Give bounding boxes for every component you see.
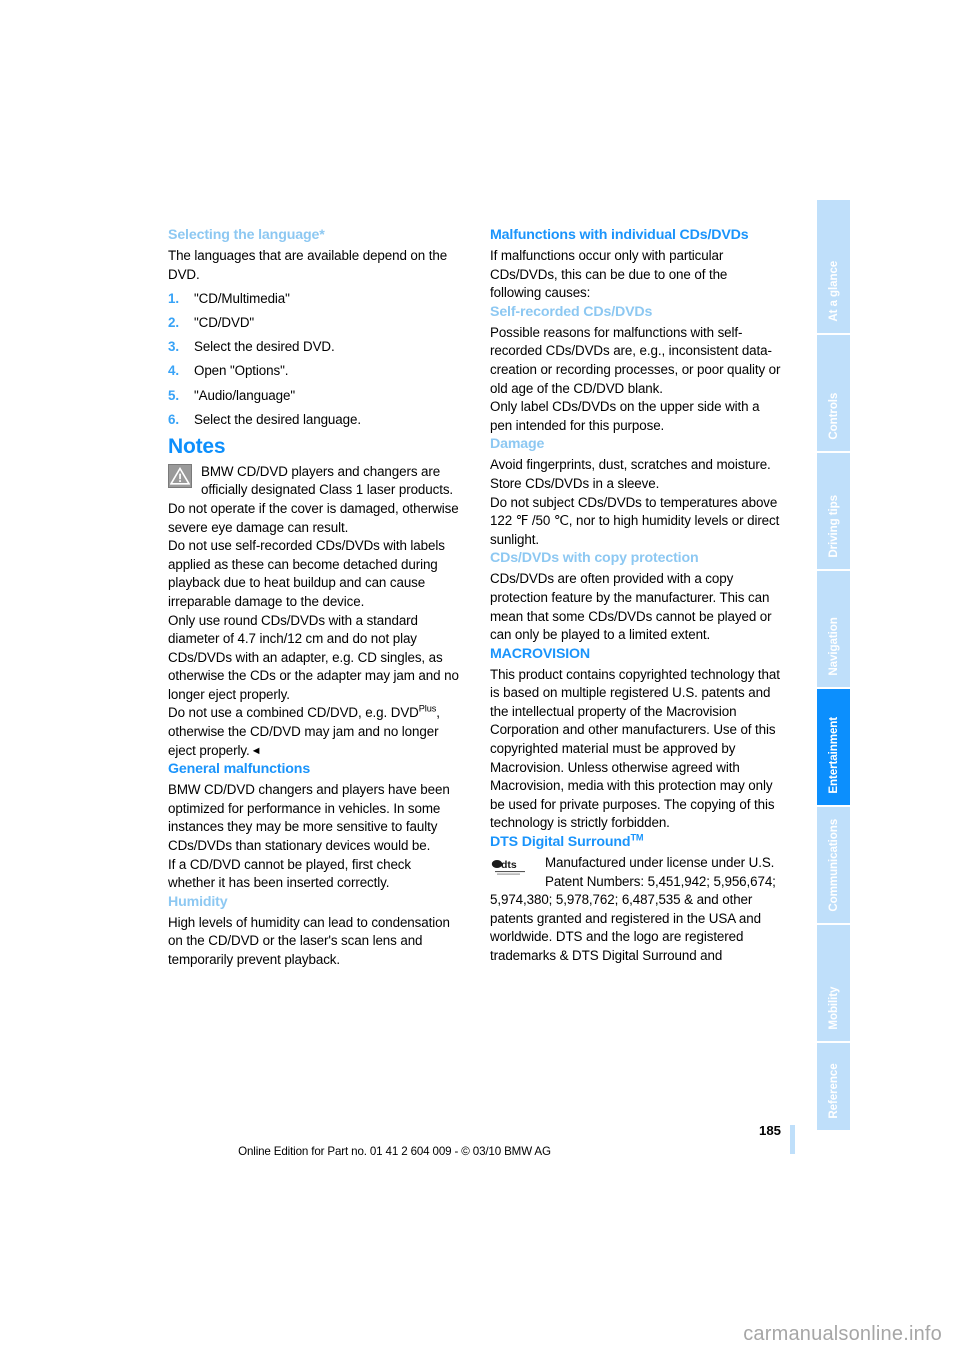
- footer-accent-bar: [790, 1125, 795, 1154]
- sidebar-tab-driving-tips[interactable]: Driving tips: [817, 453, 850, 571]
- left-column: Selecting the language* The languages th…: [168, 226, 460, 970]
- notes-paragraph-4: Do not use a combined CD/DVD, e.g. DVDPl…: [168, 704, 460, 760]
- notes-paragraph-3: Only use round CDs/DVDs with a standard …: [168, 612, 459, 702]
- svg-text:dts: dts: [501, 859, 517, 871]
- step-number: 5.: [168, 387, 179, 403]
- step-number: 4.: [168, 363, 179, 379]
- sidebar-tab-reference[interactable]: Reference: [817, 1043, 850, 1130]
- damage-paragraph-3: Do not subject CDs/DVDs to temperatures …: [490, 494, 780, 547]
- trademark-superscript: TM: [630, 832, 644, 843]
- right-column: Malfunctions with individual CDs/DVDs If…: [490, 226, 782, 966]
- heading-macrovision: MACROVISION: [490, 645, 591, 662]
- copy-protection-paragraph-1: CDs/DVDs are often provided with a copy …: [490, 571, 772, 643]
- heading-malfunctions-with-individual-cds-dvds: Malfunctions with individual CDs/DVDs: [490, 227, 749, 243]
- step-number: 6.: [168, 411, 179, 427]
- step-text: Select the desired language.: [194, 411, 361, 427]
- macrovision-paragraph-1: This product contains copyrighted techno…: [490, 666, 780, 831]
- site-watermark: carmanualsonline.info: [743, 1323, 942, 1345]
- list-item: 1. "CD/Multimedia": [168, 290, 460, 309]
- dts-logo-block: dts Manufactured under license under U.S…: [490, 854, 782, 966]
- notes-paragraph-2: Do not use self-recorded CDs/DVDs with l…: [168, 538, 445, 609]
- section-end-marker: ◄: [250, 744, 262, 757]
- step-text: "CD/DVD": [194, 315, 255, 331]
- list-item: 5. "Audio/language": [168, 387, 460, 406]
- heading-dts-digital-surround: DTS Digital SurroundTM: [490, 833, 782, 851]
- humidity-paragraph-1: High levels of humidity can lead to cond…: [168, 914, 450, 967]
- step-number: 3.: [168, 339, 179, 355]
- dts-heading-text: DTS Digital Surround: [490, 834, 631, 851]
- self-recorded-paragraph-2: Only label CDs/DVDs on the upper side wi…: [490, 399, 760, 433]
- general-malfunctions-paragraph-2: If a CD/DVD cannot be played, first chec…: [168, 856, 411, 891]
- heading-general-malfunctions: General malfunctions: [168, 761, 311, 778]
- damage-paragraph-1: Avoid fingerprints, dust, scratches and …: [490, 457, 771, 473]
- heading-self-recorded-cds-dvds: Self-recorded CDs/DVDs: [490, 303, 653, 320]
- self-recorded-paragraph-1: Possible reasons for malfunctions with s…: [490, 324, 781, 396]
- heading-notes: Notes: [168, 434, 226, 458]
- list-item: 3. Select the desired DVD.: [168, 338, 460, 357]
- notes-paragraph-4-pre: Do not use a combined CD/DVD, e.g. DVD: [168, 705, 419, 721]
- dvd-plus-superscript: Plus: [418, 704, 437, 714]
- general-malfunctions-paragraph-1: BMW CD/DVD changers and players have bee…: [168, 782, 450, 854]
- sidebar-tab-label: Entertainment: [826, 717, 840, 794]
- footer-edition-text: Online Edition for Part no. 01 41 2 604 …: [238, 1145, 551, 1158]
- malfunctions-individual-paragraph-1: If malfunctions occur only with particul…: [490, 248, 728, 301]
- sidebar-tab-label: Mobility: [826, 987, 840, 1030]
- list-item: 4. Open "Options".: [168, 362, 460, 381]
- step-text: Open "Options".: [194, 363, 289, 379]
- heading-cds-dvds-with-copy-protection: CDs/DVDs with copy protection: [490, 550, 699, 567]
- dts-logo: dts: [490, 857, 537, 879]
- sidebar-tab-communications[interactable]: Communications: [817, 807, 850, 925]
- selecting-language-intro: The languages that are available depend …: [168, 248, 448, 282]
- heading-selecting-the-language: Selecting the language*: [168, 227, 325, 243]
- sidebar-tab-entertainment[interactable]: Entertainment: [817, 689, 850, 807]
- sidebar-tab-navigation[interactable]: Navigation: [817, 571, 850, 689]
- sidebar-tab-label: Communications: [826, 819, 840, 912]
- sidebar-tab-label: Navigation: [826, 617, 840, 676]
- notes-warning-block: BMW CD/DVD players and changers are offi…: [168, 463, 460, 537]
- list-item: 2. "CD/DVD": [168, 314, 460, 333]
- step-number: 1.: [168, 291, 179, 307]
- heading-damage: Damage: [490, 436, 545, 453]
- damage-paragraph-2: Store CDs/DVDs in a sleeve.: [490, 475, 660, 491]
- step-number: 2.: [168, 315, 179, 331]
- step-text: "CD/Multimedia": [194, 291, 290, 307]
- sidebar-tab-at-a-glance[interactable]: At a glance: [817, 200, 850, 335]
- step-text: Select the desired DVD.: [194, 339, 335, 355]
- sidebar-tab-mobility[interactable]: Mobility: [817, 925, 850, 1043]
- sidebar-tab-label: Driving tips: [826, 495, 840, 558]
- page-number: 185: [758, 1123, 781, 1138]
- notes-paragraph-1: BMW CD/DVD players and changers are offi…: [168, 463, 459, 535]
- heading-humidity: Humidity: [168, 893, 228, 910]
- chapter-tabs-sidebar: At a glance Controls Driving tips Naviga…: [817, 200, 850, 1130]
- step-text: "Audio/language": [194, 387, 295, 403]
- list-item: 6. Select the desired language.: [168, 411, 460, 430]
- sidebar-tab-controls[interactable]: Controls: [817, 335, 850, 453]
- selecting-language-steps: 1. "CD/Multimedia" 2. "CD/DVD" 3. Select…: [168, 290, 460, 429]
- sidebar-tab-label: Controls: [826, 393, 840, 440]
- sidebar-tab-label: At a glance: [826, 261, 840, 322]
- warning-triangle-icon: [168, 463, 192, 488]
- manual-page: Selecting the language* The languages th…: [0, 0, 960, 1358]
- sidebar-tab-label: Reference: [826, 1063, 840, 1119]
